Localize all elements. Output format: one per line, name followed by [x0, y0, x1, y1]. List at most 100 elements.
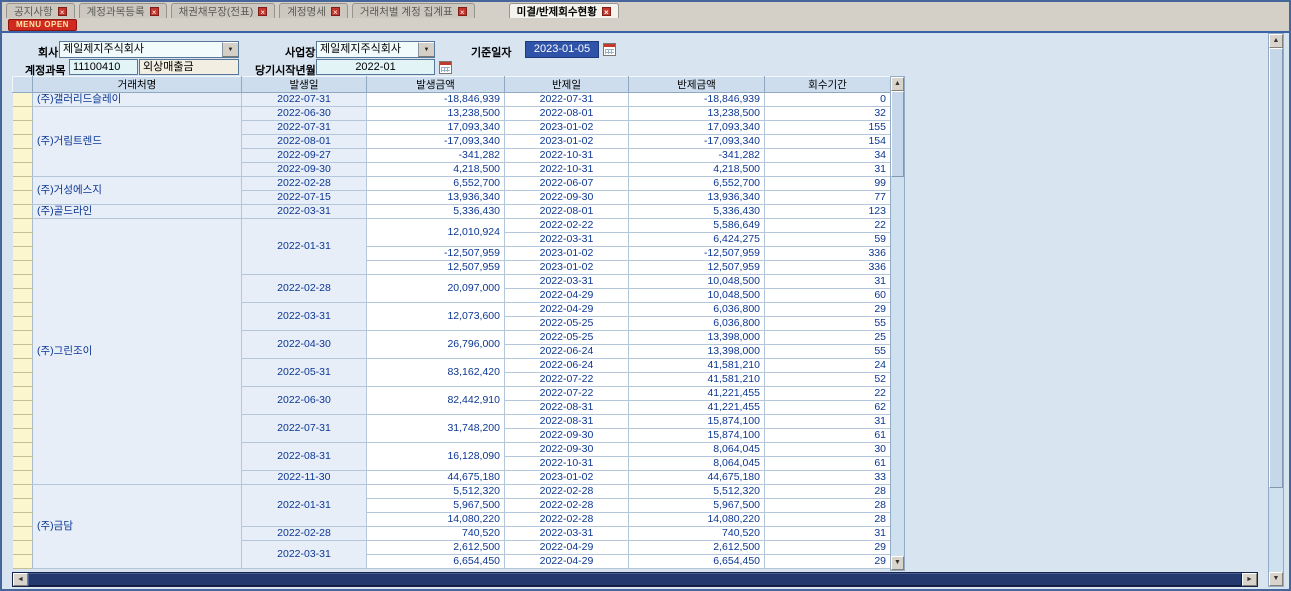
settle-date-cell[interactable]: 2023-01-02	[505, 261, 629, 275]
col-header-occur-date[interactable]: 발생일	[242, 77, 367, 93]
occur-date-cell[interactable]: 2022-06-30	[242, 107, 367, 121]
collect-days-cell[interactable]: 31	[765, 415, 891, 429]
occur-date-cell[interactable]: 2022-05-31	[242, 359, 367, 387]
row-indicator[interactable]	[13, 303, 33, 317]
row-indicator[interactable]	[13, 527, 33, 541]
calendar-icon[interactable]	[439, 61, 452, 74]
occur-date-cell[interactable]: 2022-01-31	[242, 485, 367, 527]
settle-date-cell[interactable]: 2022-02-28	[505, 499, 629, 513]
menu-open-button[interactable]: MENU OPEN	[8, 19, 77, 31]
scroll-thumb[interactable]	[891, 91, 904, 177]
occur-amount-cell[interactable]: 12,010,924	[367, 219, 505, 247]
row-indicator[interactable]	[13, 359, 33, 373]
occur-date-cell[interactable]: 2022-07-15	[242, 191, 367, 205]
period-input[interactable]: 2022-01	[316, 59, 435, 75]
row-indicator[interactable]	[13, 499, 33, 513]
settle-amount-cell[interactable]: 6,424,275	[629, 233, 765, 247]
row-indicator[interactable]	[13, 247, 33, 261]
customer-cell[interactable]: (주)골드라인	[33, 205, 242, 219]
col-header-collect-days[interactable]: 회수기간	[765, 77, 891, 93]
occur-amount-cell[interactable]: 6,552,700	[367, 177, 505, 191]
settle-date-cell[interactable]: 2022-10-31	[505, 163, 629, 177]
collect-days-cell[interactable]: 31	[765, 275, 891, 289]
row-indicator[interactable]	[13, 289, 33, 303]
col-header-settle-amount[interactable]: 반제금액	[629, 77, 765, 93]
collect-days-cell[interactable]: 29	[765, 541, 891, 555]
occur-amount-cell[interactable]: -17,093,340	[367, 135, 505, 149]
occur-amount-cell[interactable]: 2,612,500	[367, 541, 505, 555]
collect-days-cell[interactable]: 25	[765, 331, 891, 345]
settle-date-cell[interactable]: 2022-04-29	[505, 303, 629, 317]
col-header-customer[interactable]: 거래처명	[33, 77, 242, 93]
occur-amount-cell[interactable]: 4,218,500	[367, 163, 505, 177]
tab-account-detail[interactable]: 계정명세 ×	[279, 3, 348, 18]
settle-date-cell[interactable]: 2023-01-02	[505, 121, 629, 135]
settle-date-cell[interactable]: 2022-03-31	[505, 275, 629, 289]
scroll-thumb[interactable]	[28, 573, 1242, 586]
tab-close-icon[interactable]: ×	[58, 7, 67, 16]
settle-amount-cell[interactable]: 15,874,100	[629, 429, 765, 443]
scroll-up-icon[interactable]: ▲	[891, 77, 904, 91]
settle-amount-cell[interactable]: 6,654,450	[629, 555, 765, 569]
settle-amount-cell[interactable]: 6,036,800	[629, 303, 765, 317]
settle-amount-cell[interactable]: 13,398,000	[629, 331, 765, 345]
settle-amount-cell[interactable]: -17,093,340	[629, 135, 765, 149]
settle-date-cell[interactable]: 2022-04-29	[505, 289, 629, 303]
collect-days-cell[interactable]: 61	[765, 457, 891, 471]
settle-amount-cell[interactable]: -341,282	[629, 149, 765, 163]
row-indicator[interactable]	[13, 471, 33, 485]
settle-date-cell[interactable]: 2022-02-22	[505, 219, 629, 233]
account-name-field[interactable]: 외상매출금	[139, 59, 239, 75]
occur-amount-cell[interactable]: 20,097,000	[367, 275, 505, 303]
collect-days-cell[interactable]: 77	[765, 191, 891, 205]
occur-date-cell[interactable]: 2022-11-30	[242, 471, 367, 485]
settle-date-cell[interactable]: 2022-04-29	[505, 555, 629, 569]
collect-days-cell[interactable]: 62	[765, 401, 891, 415]
site-select[interactable]: 제일제지주식회사 ▼	[316, 41, 435, 58]
settle-date-cell[interactable]: 2022-10-31	[505, 457, 629, 471]
grid-vertical-scrollbar[interactable]: ▲ ▼	[890, 76, 905, 571]
occur-date-cell[interactable]: 2022-02-28	[242, 527, 367, 541]
settle-date-cell[interactable]: 2022-03-31	[505, 527, 629, 541]
row-indicator[interactable]	[13, 261, 33, 275]
occur-date-cell[interactable]: 2022-03-31	[242, 303, 367, 331]
settle-date-cell[interactable]: 2022-04-29	[505, 541, 629, 555]
settle-amount-cell[interactable]: 15,874,100	[629, 415, 765, 429]
settle-date-cell[interactable]: 2022-09-30	[505, 429, 629, 443]
row-indicator[interactable]	[13, 205, 33, 219]
settle-amount-cell[interactable]: 8,064,045	[629, 457, 765, 471]
scroll-down-icon[interactable]: ▼	[1269, 572, 1283, 586]
company-select[interactable]: 제일제지주식회사 ▼	[59, 41, 239, 58]
row-indicator[interactable]	[13, 135, 33, 149]
tab-close-icon[interactable]: ×	[150, 7, 159, 16]
occur-amount-cell[interactable]: 82,442,910	[367, 387, 505, 415]
occur-date-cell[interactable]: 2022-02-28	[242, 275, 367, 303]
occur-amount-cell[interactable]: 17,093,340	[367, 121, 505, 135]
row-indicator[interactable]	[13, 485, 33, 499]
account-code-input[interactable]: 11100410	[69, 59, 138, 75]
dropdown-arrow-icon[interactable]: ▼	[418, 42, 434, 57]
occur-amount-cell[interactable]: -341,282	[367, 149, 505, 163]
settle-amount-cell[interactable]: 14,080,220	[629, 513, 765, 527]
row-indicator[interactable]	[13, 275, 33, 289]
settle-date-cell[interactable]: 2023-01-02	[505, 471, 629, 485]
window-vertical-scrollbar[interactable]: ▲ ▼	[1268, 33, 1284, 587]
row-indicator[interactable]	[13, 191, 33, 205]
occur-date-cell[interactable]: 2022-03-31	[242, 541, 367, 569]
occur-date-cell[interactable]: 2022-07-31	[242, 415, 367, 443]
tab-receivable-ledger[interactable]: 채권채무장(전표) ×	[171, 3, 276, 18]
occur-amount-cell[interactable]: 5,512,320	[367, 485, 505, 499]
settle-date-cell[interactable]: 2022-06-07	[505, 177, 629, 191]
tab-close-icon[interactable]: ×	[331, 7, 340, 16]
scroll-up-icon[interactable]: ▲	[1269, 34, 1283, 48]
settle-amount-cell[interactable]: 5,512,320	[629, 485, 765, 499]
occur-amount-cell[interactable]: -12,507,959	[367, 247, 505, 261]
settle-amount-cell[interactable]: 12,507,959	[629, 261, 765, 275]
row-indicator[interactable]	[13, 429, 33, 443]
collect-days-cell[interactable]: 55	[765, 317, 891, 331]
row-indicator[interactable]	[13, 373, 33, 387]
tab-notice[interactable]: 공지사항 ×	[6, 3, 75, 18]
settle-date-cell[interactable]: 2022-08-01	[505, 107, 629, 121]
collect-days-cell[interactable]: 28	[765, 485, 891, 499]
occur-date-cell[interactable]: 2022-07-31	[242, 121, 367, 135]
